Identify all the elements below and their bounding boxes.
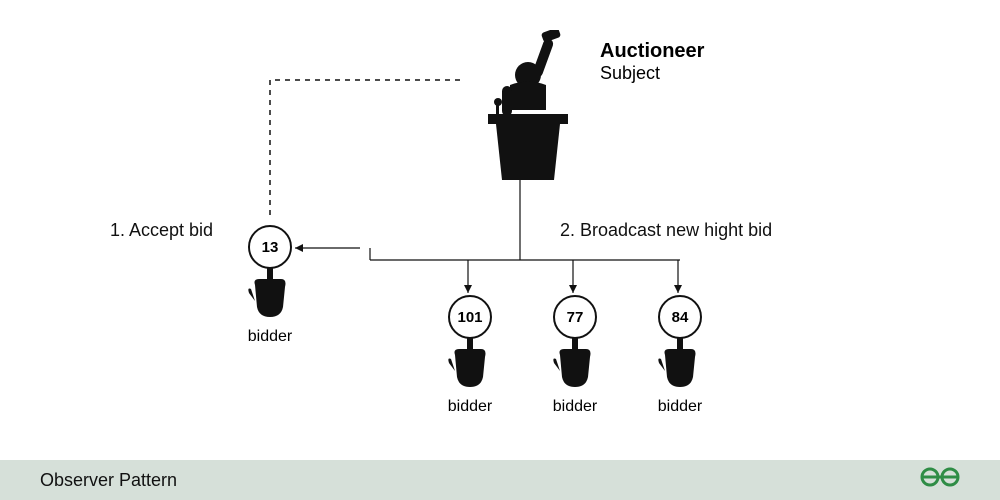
hand-icon <box>550 337 600 392</box>
hand-icon <box>445 337 495 392</box>
bidder-label: bidder <box>655 398 705 416</box>
bid-number: 77 <box>567 309 584 326</box>
hand-icon <box>655 337 705 392</box>
auctioneer-icon <box>460 30 580 180</box>
bid-number: 84 <box>672 309 689 326</box>
bid-number: 101 <box>457 309 482 326</box>
step-1-label: 1. Accept bid <box>110 220 213 241</box>
diagram-canvas: Auctioneer Subject 1. Accept bid 2. Broa… <box>0 0 1000 460</box>
bidder-2: 101 bidder <box>445 295 495 416</box>
hand-icon <box>245 267 295 322</box>
bid-paddle: 77 <box>553 295 597 339</box>
bid-number: 13 <box>262 239 279 256</box>
footer-bar: Observer Pattern <box>0 460 1000 500</box>
bid-paddle: 84 <box>658 295 702 339</box>
bid-paddle: 13 <box>248 225 292 269</box>
auctioneer-title: Auctioneer <box>600 40 704 63</box>
bidder-4: 84 bidder <box>655 295 705 416</box>
geeksforgeeks-icon <box>920 465 960 489</box>
bidder-3: 77 bidder <box>550 295 600 416</box>
auctioneer-figure <box>460 30 580 185</box>
bidder-label: bidder <box>550 398 600 416</box>
footer-title: Observer Pattern <box>40 470 177 491</box>
brand-logo <box>920 465 960 495</box>
bidder-label: bidder <box>245 328 295 346</box>
step-2-label: 2. Broadcast new hight bid <box>560 220 772 241</box>
auctioneer-label: Auctioneer Subject <box>600 40 704 84</box>
bid-paddle: 101 <box>448 295 492 339</box>
bidder-1: 13 bidder <box>245 225 295 346</box>
bidder-label: bidder <box>445 398 495 416</box>
auctioneer-subtitle: Subject <box>600 63 704 84</box>
